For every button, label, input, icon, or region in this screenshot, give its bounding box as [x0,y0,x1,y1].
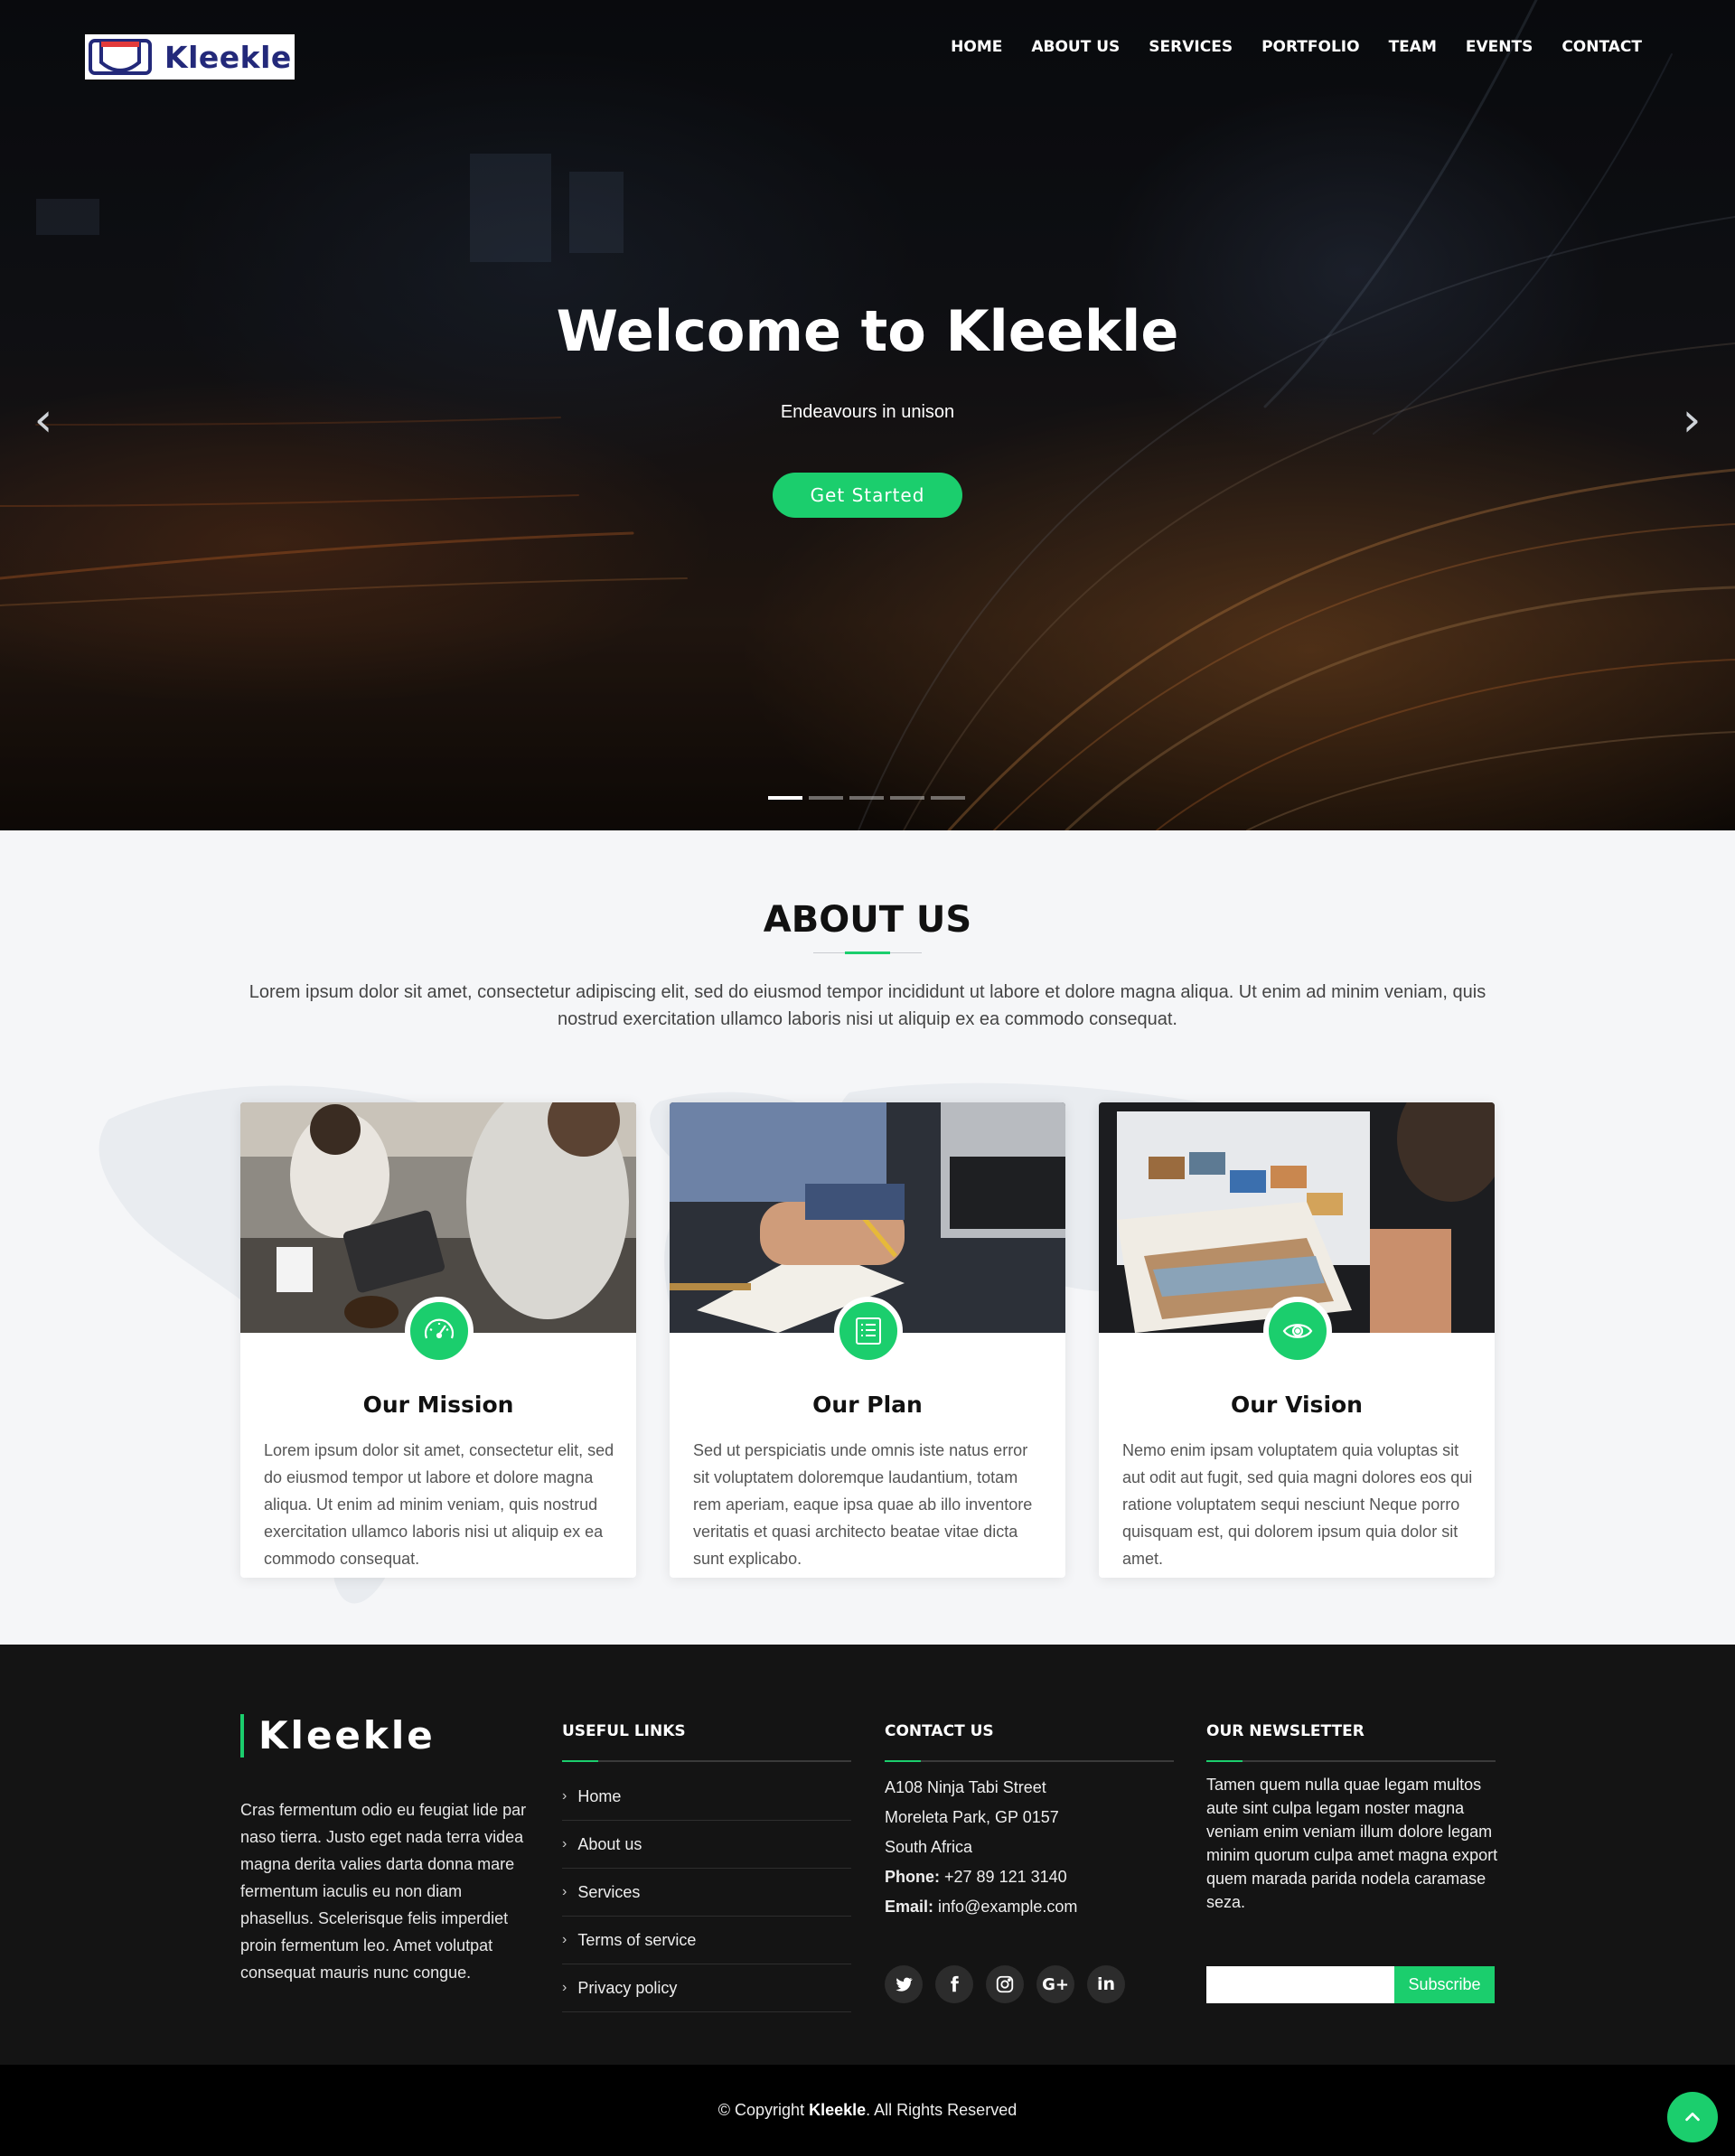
list-icon [834,1297,903,1365]
chevron-right-icon: › [562,1788,567,1804]
nav-about-us[interactable]: ABOUT US [1031,38,1120,56]
phone-number[interactable]: +27 89 121 3140 [944,1868,1067,1886]
facebook-icon[interactable] [935,1965,973,2003]
nav-contact[interactable]: CONTACT [1562,38,1642,56]
carousel-prev-icon[interactable]: ‹ [25,397,61,444]
contact-info: A108 Ninja Tabi Street Moreleta Park, GP… [885,1773,1174,1922]
footer-about-text: Cras fermentum odio eu feugiat lide par … [240,1801,527,1982]
footer-brand: Kleekle [240,1714,436,1758]
footer: Kleekle Cras fermentum odio eu feugiat l… [0,1645,1735,2065]
carousel-indicator[interactable] [931,796,965,800]
address-line: South Africa [885,1838,973,1856]
contact-title: CONTACT US [885,1722,994,1740]
newsletter-email-input[interactable] [1206,1966,1394,2003]
carousel-indicator[interactable] [768,796,802,800]
newsletter-text: Tamen quem nulla quae legam multos aute … [1206,1776,1498,1911]
navbar: Kleekle HOME ABOUT US SERVICES PORTFOLIO… [0,0,1735,99]
chevron-right-icon: › [562,1836,567,1851]
nav-team[interactable]: TEAM [1389,38,1437,56]
column-divider [1206,1760,1496,1762]
back-to-top-button[interactable] [1667,2092,1718,2142]
chevron-right-icon: › [562,1932,567,1947]
logo-text: Kleekle [164,39,292,75]
footer-link-home[interactable]: › Home [562,1773,851,1821]
logo-camera-icon [89,39,152,75]
subscribe-button[interactable]: Subscribe [1394,1966,1495,2003]
footer-link-services[interactable]: › Services [562,1869,851,1917]
twitter-icon[interactable] [885,1965,923,2003]
card-title: Our Mission [362,1392,514,1418]
copyright-bar: © Copyright Kleekle. All Rights Reserved [0,2065,1735,2156]
main-nav: HOME ABOUT US SERVICES PORTFOLIO TEAM EV… [922,38,1642,56]
get-started-button[interactable]: Get Started [773,473,962,518]
footer-link-about-us[interactable]: › About us [562,1821,851,1869]
nav-portfolio[interactable]: PORTFOLIO [1261,38,1360,56]
card-text: Lorem ipsum dolor sit amet, consectetur … [264,1441,614,1568]
card-title: Our Vision [1231,1392,1363,1418]
speedometer-icon [405,1297,474,1365]
carousel-next-icon[interactable]: › [1674,397,1710,444]
footer-link-privacy[interactable]: › Privacy policy [562,1964,851,2012]
chevron-up-icon [1685,2112,1700,2122]
google-plus-icon[interactable]: G+ [1036,1965,1074,2003]
plan-card: Our Plan Sed ut perspiciatis unde omnis … [670,1102,1065,1578]
eye-icon [1263,1297,1332,1365]
mission-card: Our Mission Lorem ipsum dolor sit amet, … [240,1102,636,1578]
about-intro: Lorem ipsum dolor sit amet, consectetur … [249,982,1486,1029]
carousel-indicators [768,796,965,800]
logo[interactable]: Kleekle [85,34,295,80]
copyright-brand: Kleekle [809,2101,867,2119]
section-title: ABOUT US [763,899,972,941]
column-divider [562,1760,851,1762]
hero-subtitle: Endeavours in unison [780,402,955,422]
carousel-indicator[interactable] [849,796,884,800]
card-title: Our Plan [812,1392,923,1418]
useful-links-title: USEFUL LINKS [562,1722,686,1740]
hero-carousel: Kleekle HOME ABOUT US SERVICES PORTFOLIO… [0,0,1735,830]
carousel-indicator[interactable] [890,796,924,800]
useful-links-list: › Home › About us › Services › Terms of serv… [562,1773,851,2012]
email-row: Email: info@example.com [885,1898,1078,1916]
about-section: ABOUT US Lorem ipsum dolor sit amet, con… [0,830,1735,1645]
nav-home[interactable]: HOME [951,38,1002,56]
nav-events[interactable]: EVENTS [1466,38,1533,56]
hero-title: Welcome to Kleekle [556,298,1179,364]
address-line: Moreleta Park, GP 0157 [885,1808,1059,1826]
social-links: G+ in [885,1965,1125,2003]
vision-card: Our Vision Nemo enim ipsam voluptatem qu… [1099,1102,1495,1578]
address-line: A108 Ninja Tabi Street [885,1778,1046,1796]
instagram-icon[interactable] [986,1965,1024,2003]
column-divider [885,1760,1174,1762]
chevron-right-icon: › [562,1884,567,1899]
title-divider-accent [845,951,890,954]
newsletter-title: OUR NEWSLETTER [1206,1722,1365,1740]
email-address[interactable]: info@example.com [938,1898,1077,1916]
card-text: Sed ut perspiciatis unde omnis iste natu… [693,1441,1033,1568]
linkedin-icon[interactable]: in [1087,1965,1125,2003]
card-text: Nemo enim ipsam voluptatem quia voluptas… [1122,1441,1473,1568]
carousel-indicator[interactable] [809,796,843,800]
nav-services[interactable]: SERVICES [1149,38,1233,56]
chevron-right-icon: › [562,1980,567,1995]
footer-link-terms[interactable]: › Terms of service [562,1917,851,1964]
phone-row: Phone: +27 89 121 3140 [885,1868,1067,1886]
